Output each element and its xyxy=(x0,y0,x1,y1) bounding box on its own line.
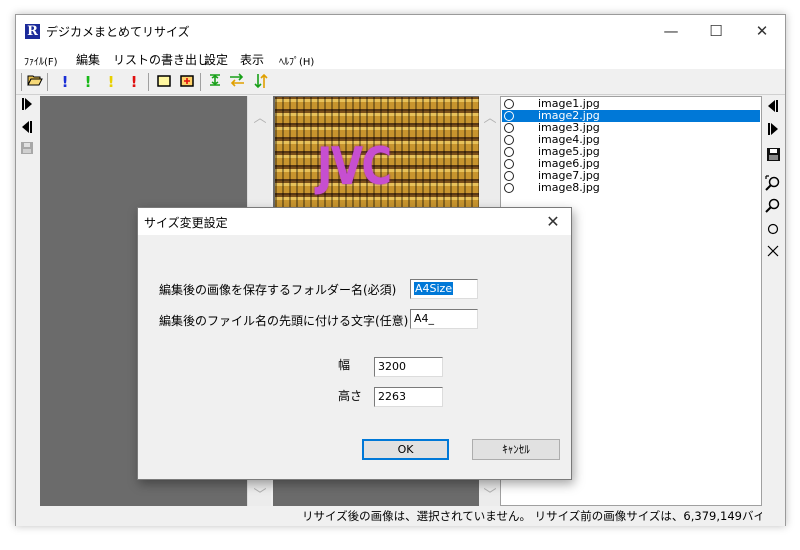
exclaim-yellow-icon[interactable]: ! xyxy=(102,73,120,91)
play-right-icon[interactable] xyxy=(18,98,36,116)
cancel-button[interactable]: ｷｬﾝｾﾙ xyxy=(472,439,560,460)
close-button[interactable]: ✕ xyxy=(739,15,785,47)
chevron-up-icon[interactable]: ︿ xyxy=(248,111,272,127)
folder-name-value: A4Size xyxy=(414,282,454,295)
toolbar: ! ! ! ! xyxy=(16,69,785,95)
radio-icon xyxy=(504,147,514,157)
menu-view[interactable]: 表示 xyxy=(240,51,264,68)
radio-icon xyxy=(504,123,514,133)
swap-vertical-icon[interactable] xyxy=(252,73,270,91)
chevron-down-icon[interactable]: ﹀ xyxy=(248,488,272,504)
resize-settings-dialog: サイズ変更設定 ✕ 編集後の画像を保存するフォルダー名(必須) A4Size 編… xyxy=(137,207,572,480)
save-disabled-icon[interactable] xyxy=(18,142,36,160)
height-label: 高さ xyxy=(338,389,363,403)
folder-name-label: 編集後の画像を保存するフォルダー名(必須) xyxy=(159,283,397,297)
exclaim-blue-icon[interactable]: ! xyxy=(56,73,74,91)
window-title: デジカメまとめてリサイズ xyxy=(46,25,190,39)
dialog-title-bar[interactable]: サイズ変更設定 ✕ xyxy=(138,208,571,235)
width-input[interactable]: 3200 xyxy=(374,357,443,377)
preview-image: JVC xyxy=(275,97,479,209)
menu-edit[interactable]: 編集 xyxy=(76,51,100,68)
app-logo-icon: R xyxy=(25,24,40,39)
menu-bar: ﾌｧｲﾙ(F) 編集 リストの書き出し 設定 表示 ﾍﾙﾌﾟ(H) xyxy=(16,47,785,69)
fit-icon[interactable] xyxy=(206,73,224,91)
list-item[interactable]: image8.jpg xyxy=(502,182,760,194)
radio-icon xyxy=(504,159,514,169)
frame-icon[interactable] xyxy=(155,73,173,91)
chevron-down-icon[interactable]: ﹀ xyxy=(478,488,502,504)
status-bar: リサイズ後の画像は、選択されていません。 リサイズ前の画像サイズは、6,379,… xyxy=(16,509,785,526)
radio-icon xyxy=(504,99,514,109)
height-input[interactable]: 2263 xyxy=(374,387,443,407)
menu-settings[interactable]: 設定 xyxy=(204,51,228,68)
menu-file[interactable]: ﾌｧｲﾙ(F) xyxy=(24,53,58,68)
menu-help[interactable]: ﾍﾙﾌﾟ(H) xyxy=(279,53,314,68)
toolbar-separator xyxy=(148,73,149,91)
toolbar-separator xyxy=(21,73,22,91)
radio-icon xyxy=(504,111,514,121)
open-folder-icon[interactable] xyxy=(26,73,44,91)
prefix-input[interactable]: A4_ xyxy=(410,309,478,329)
minimize-button[interactable]: — xyxy=(648,15,694,47)
preview-watermark: JVC xyxy=(317,137,392,197)
prefix-label: 編集後のファイル名の先頭に付ける文字(任意) xyxy=(159,314,409,328)
right-tool-column xyxy=(762,95,785,511)
dialog-close-icon[interactable]: ✕ xyxy=(538,210,568,234)
title-bar[interactable]: R デジカメまとめてリサイズ — ☐ ✕ xyxy=(16,15,785,47)
swap-horizontal-icon[interactable] xyxy=(228,73,246,91)
circle-icon[interactable] xyxy=(764,222,782,240)
toolbar-separator xyxy=(47,73,48,91)
file-name: image8.jpg xyxy=(538,181,600,194)
zoom-fit-icon[interactable] xyxy=(764,175,782,193)
play-left-icon[interactable] xyxy=(764,99,782,117)
zoom-icon[interactable] xyxy=(764,197,782,215)
frame-plus-icon[interactable] xyxy=(178,73,196,91)
play-right-icon[interactable] xyxy=(764,122,782,140)
play-left-icon[interactable] xyxy=(18,121,36,139)
status-text: リサイズ後の画像は、選択されていません。 リサイズ前の画像サイズは、6,379,… xyxy=(302,509,762,523)
menu-export-list[interactable]: リストの書き出し xyxy=(113,51,209,68)
ok-button[interactable]: OK xyxy=(362,439,449,460)
chevron-up-icon[interactable]: ︿ xyxy=(478,111,502,127)
save-icon[interactable] xyxy=(764,148,782,166)
cross-icon[interactable] xyxy=(764,244,782,262)
toolbar-separator xyxy=(200,73,201,91)
width-label: 幅 xyxy=(338,358,351,372)
radio-icon xyxy=(504,135,514,145)
radio-icon xyxy=(504,183,514,193)
left-tool-column xyxy=(16,95,38,511)
exclaim-red-icon[interactable]: ! xyxy=(125,73,143,91)
dialog-title: サイズ変更設定 xyxy=(144,216,228,230)
exclaim-green-icon[interactable]: ! xyxy=(79,73,97,91)
maximize-button[interactable]: ☐ xyxy=(693,15,739,47)
radio-icon xyxy=(504,171,514,181)
folder-name-input[interactable]: A4Size xyxy=(410,279,478,299)
